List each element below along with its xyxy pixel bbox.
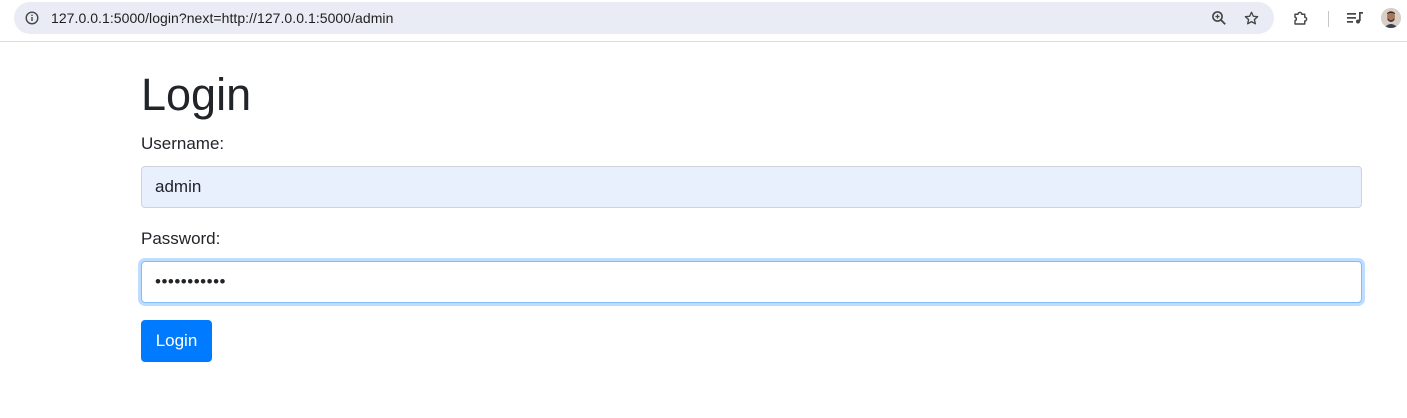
username-label: Username: [141,134,225,153]
password-input[interactable] [141,261,1362,303]
browser-toolbar: 127.0.0.1:5000/login?next=http://127.0.0… [0,0,1407,42]
toolbar-divider [1328,11,1329,27]
password-label: Password: [141,229,221,248]
zoom-icon[interactable] [1209,8,1229,28]
username-input[interactable] [141,166,1362,208]
page-title: Login [141,69,252,120]
avatar[interactable] [1381,8,1401,28]
star-icon[interactable] [1241,8,1261,28]
address-bar[interactable]: 127.0.0.1:5000/login?next=http://127.0.0… [14,2,1274,34]
login-button[interactable]: Login [141,320,212,362]
url-text[interactable]: 127.0.0.1:5000/login?next=http://127.0.0… [51,2,393,34]
info-icon[interactable] [23,9,41,27]
media-playlist-icon[interactable] [1345,8,1365,28]
puzzle-icon[interactable] [1291,8,1311,28]
